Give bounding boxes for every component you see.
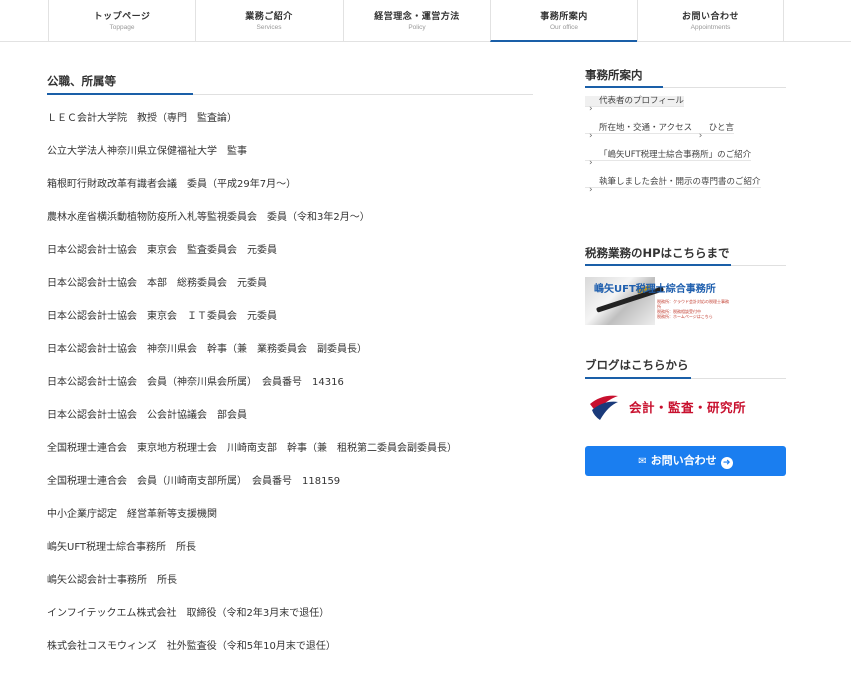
list-item: 株式会社コスモウィンズ 社外監査役（令和5年10月末で退任） [47, 641, 336, 652]
nav-sublabel: Policy [408, 24, 426, 31]
chevron-right-icon: › [589, 158, 593, 168]
list-item: 日本公認会計士協会 神奈川県会 幹事（兼 業務委員会 副委員長） [47, 344, 367, 355]
banner-title: 嶋矢UFT税理士綜合事務所 [594, 284, 716, 295]
list-item: 全国税理士連合会 東京地方税理士会 川崎南支部 幹事（兼 租税第二委員会副委員長… [47, 443, 457, 454]
sidebar-item-firm-intro[interactable]: › 「嶋矢UFT税理士綜合事務所」のご紹介 [585, 150, 752, 168]
list-item: 日本公認会計士協会 東京会 監査委員会 元委員 [47, 245, 277, 256]
nav-item-contact[interactable]: お問い合わせ Appointments [637, 0, 784, 41]
contact-button[interactable]: ✉ お問い合わせ ➜ [585, 446, 786, 476]
banner-line: 税務所：クラウド会計対応の税理士事務所 [657, 299, 729, 309]
affiliation-list: ＬＥＣ会計大学院 教授（専門 監査論） 公立大学法人神奈川県立保健福祉大学 監事… [47, 112, 547, 673]
chevron-right-icon: › [589, 131, 593, 141]
list-item: 農林水産省横浜動植物防疫所入札等監視委員会 委員（令和3年2月～） [47, 212, 370, 223]
nav-label: 事務所案内 [540, 12, 588, 22]
list-item: 嶋矢UFT税理士綜合事務所 所長 [47, 542, 197, 553]
blog-logo-icon [589, 391, 619, 421]
nav-sublabel: Appointments [690, 24, 731, 31]
office-menu: › 代表者のプロフィール › 所在地・交通・アクセス › ひと言 › 「嶋矢UF… [585, 88, 786, 196]
sidebar-heading-blog: ブログはこちらから [585, 358, 689, 372]
sidebar-item-profile[interactable]: › 代表者のプロフィール [585, 96, 684, 114]
menu-label: 代表者のプロフィール [599, 96, 684, 106]
banner-text: 税務所：クラウド会計対応の税理士事務所 税務所：税務相談受付中 税務所：ホームペ… [657, 299, 731, 319]
nav-sublabel: Our office [549, 24, 579, 31]
list-item: 箱根町行財政改革有識者会議 委員（平成29年7月～） [47, 179, 297, 190]
list-item: 嶋矢公認会計士事務所 所長 [47, 575, 177, 586]
sidebar-heading-tax-hp: 税務業務のHPはこちらまで [585, 246, 730, 260]
list-item: 全国税理士連合会 会員（川崎南支部所属） 会員番号 118159 [47, 476, 341, 487]
menu-label: 執筆しました会計・開示の専門書のご紹介 [599, 177, 761, 187]
chevron-right-icon: › [589, 104, 593, 114]
mail-icon: ✉ [638, 456, 647, 467]
nav-label: 業務ご紹介 [245, 12, 293, 22]
menu-label: 「嶋矢UFT税理士綜合事務所」のご紹介 [599, 150, 752, 160]
sidebar-item-access[interactable]: › 所在地・交通・アクセス [585, 123, 695, 141]
nav-label: お問い合わせ [681, 12, 739, 22]
menu-label: 所在地・交通・アクセス [599, 123, 693, 133]
nav-label: トップページ [93, 12, 151, 22]
banner-line: 税務所：ホームページはこちら [657, 314, 713, 319]
nav-sublabel: Services [256, 24, 282, 31]
sidebar-heading-office: 事務所案内 [585, 68, 643, 82]
tax-office-banner[interactable]: 嶋矢UFT税理士綜合事務所 税務所：クラウド会計対応の税理士事務所 税務所：税務… [585, 277, 731, 325]
sidebar-accent-bar [585, 264, 731, 266]
arrow-circle-right-icon: ➜ [720, 457, 733, 469]
nav-item-top[interactable]: トップページ Toppage [48, 0, 195, 41]
sidebar-accent-bar [585, 377, 691, 379]
chevron-right-icon: › [698, 131, 703, 141]
list-item: 中小企業庁認定 経営革新等支援機関 [47, 509, 217, 520]
list-item: 日本公認会計士協会 公会計協議会 部会員 [47, 410, 247, 421]
menu-label: ひと言 [708, 123, 735, 133]
nav-label: 経営理念・運営方法 [374, 12, 460, 22]
global-nav: トップページ Toppage 業務ご紹介 Services 経営理念・運営方法 … [0, 0, 851, 42]
title-accent-bar [47, 93, 193, 95]
blog-link[interactable]: 会計・監査・研究所 [585, 388, 786, 424]
blog-title: 会計・監査・研究所 [629, 400, 747, 415]
page-title: 公職、所属等 [47, 74, 116, 88]
nav-sublabel: Toppage [109, 24, 135, 31]
list-item: 日本公認会計士協会 本部 総務委員会 元委員 [47, 278, 267, 289]
list-item: インフイテックエム株式会社 取締役（令和2年3月末で退任） [47, 608, 330, 619]
list-item: ＬＥＣ会計大学院 教授（専門 監査論） [47, 113, 237, 124]
chevron-right-icon: › [589, 185, 593, 195]
sidebar-item-books[interactable]: › 執筆しました会計・開示の専門書のご紹介 [585, 177, 761, 195]
contact-label: お問い合わせ [650, 454, 717, 467]
nav-item-services[interactable]: 業務ご紹介 Services [195, 0, 342, 41]
nav-item-policy[interactable]: 経営理念・運営方法 Policy [343, 0, 490, 41]
nav-item-office[interactable]: 事務所案内 Our office [490, 0, 637, 42]
list-item: 公立大学法人神奈川県立保健福祉大学 監事 [47, 146, 247, 157]
list-item: 日本公認会計士協会 会員（神奈川県会所属） 会員番号 14316 [47, 377, 344, 388]
sidebar-item-message[interactable]: › ひと言 [694, 123, 735, 141]
list-item: 日本公認会計士協会 東京会 ＩＴ委員会 元委員 [47, 311, 277, 322]
